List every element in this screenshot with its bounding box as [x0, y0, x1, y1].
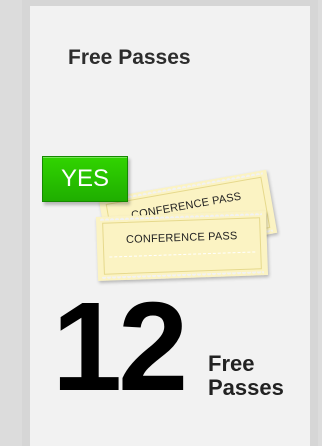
yes-badge: YES	[42, 156, 128, 202]
free-passes-card: Free Passes CONFERENCE PASS CONFERENCE P…	[22, 0, 318, 446]
card-title: Free Passes	[68, 46, 191, 69]
pass-count-label-line2: Passes	[208, 375, 284, 401]
pass-count-label-line1: Free	[208, 351, 255, 376]
ticket-front: CONFERENCE PASS	[95, 211, 269, 281]
pass-count: 12	[52, 276, 188, 417]
pass-count-label: Free Passes	[208, 351, 284, 401]
